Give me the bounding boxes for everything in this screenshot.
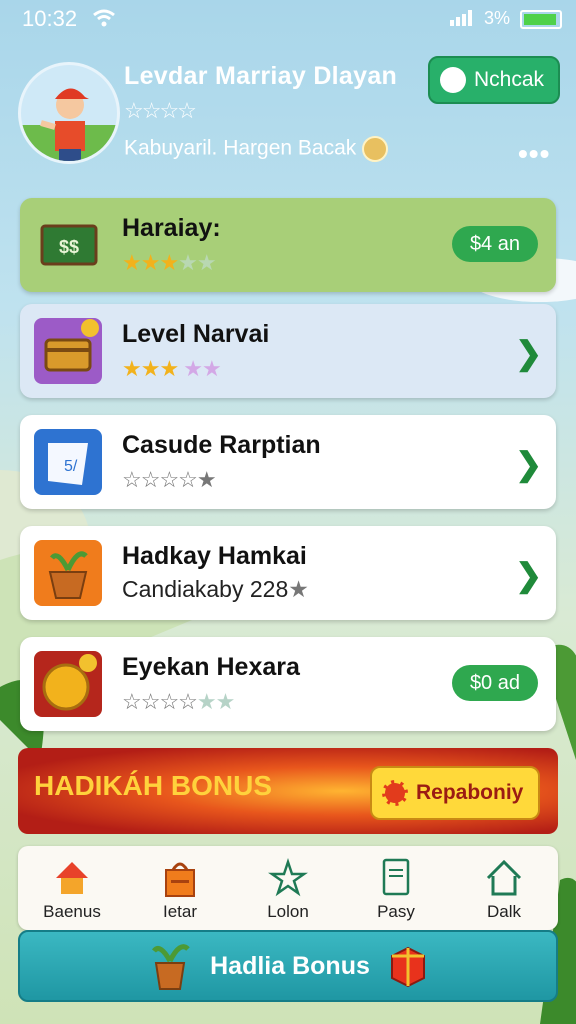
hadlia-bonus-button[interactable]: Hadlia Bonus [18, 930, 558, 1002]
gold-coin-icon [34, 651, 102, 717]
wifi-icon [93, 9, 115, 27]
price-pill[interactable]: $4 an [451, 226, 538, 262]
card-casude-rarptian[interactable]: 5/ Casude Rarptian ☆☆☆☆★ ❯ [20, 415, 556, 509]
redeem-bonus-button[interactable]: Repaboniy [370, 766, 540, 820]
chevron-right-icon[interactable]: ❯ [515, 556, 542, 594]
card-hadkay-hamkai[interactable]: Hadkay Hamkai Candiakaby 228★ ❯ [20, 526, 556, 620]
price-pill[interactable]: $0 ad [451, 665, 538, 701]
avatar[interactable] [18, 62, 120, 164]
profile-subtitle: Kabuyaril. Hargen Bacak [124, 136, 389, 162]
check-button[interactable]: Nchcak [428, 56, 560, 104]
card-rating: ☆☆☆☆★ [122, 467, 217, 492]
status-time: 10:32 [22, 6, 78, 31]
tab-label: Dalk [486, 902, 521, 921]
card-title: Casude Rarptian [122, 431, 321, 459]
chevron-right-icon[interactable]: ❯ [515, 445, 542, 483]
bottom-button-label: Hadlia Bonus [210, 951, 370, 980]
battery-icon [520, 10, 562, 29]
more-options-icon[interactable]: ••• [518, 138, 550, 170]
house-outline-icon [486, 859, 522, 896]
tab-dalk[interactable]: Dalk [450, 846, 558, 930]
card-title: Eyekan Hexara [122, 653, 300, 681]
plant-pot-icon [152, 944, 190, 990]
card-subtitle: Candiakaby 228★ [122, 576, 309, 603]
bonus-title: HADIKÁH BONUS [34, 770, 272, 801]
flag-icon: 5/ [34, 429, 102, 495]
gear-icon [382, 780, 408, 806]
battery-percent: 3% [484, 8, 511, 28]
bonus-button-label: Repaboniy [416, 781, 524, 804]
smiley-icon [440, 67, 466, 93]
tab-ietar[interactable]: Ietar [126, 846, 234, 930]
profile-stars: ☆☆☆☆ [124, 98, 197, 123]
profile-header: Levdar Marriay Dlayan ☆☆☆☆ Kabuyaril. Ha… [0, 56, 576, 176]
treasure-chest-icon [34, 318, 102, 384]
status-bar: 10:32 3% [0, 0, 576, 36]
svg-text:$$: $$ [59, 237, 79, 257]
tab-label: Lolon [267, 902, 309, 921]
card-title: Haraiay: [122, 214, 221, 242]
card-subtitle-text: Candiakaby 228 [122, 576, 289, 602]
profile-name: Levdar Marriay Dlayan [124, 62, 398, 90]
card-title: Hadkay Hamkai [122, 542, 307, 570]
tab-lolon[interactable]: Lolon [234, 846, 342, 930]
avatar-illustration [21, 88, 117, 161]
card-level-narvai[interactable]: Level Narvai ★★★ ★★ ❯ [20, 304, 556, 398]
chevron-right-icon[interactable]: ❯ [515, 334, 542, 372]
star-icon: ★ [288, 576, 309, 602]
star-icon [268, 858, 308, 897]
gift-box-icon [390, 946, 425, 988]
card-rating: ★★★ ★★ [122, 356, 222, 381]
tab-label: Ietar [162, 902, 198, 921]
card-haraiay[interactable]: $$ Haraiay: ★★★★★ $4 an [20, 198, 556, 292]
home-icon [56, 862, 88, 894]
tab-label: Baenus [43, 902, 101, 921]
document-icon [382, 858, 410, 896]
tab-label: Pasy [377, 902, 415, 921]
plant-pot-icon [34, 540, 102, 606]
signal-icon [450, 10, 472, 26]
card-rating: ☆☆☆☆★★ [122, 689, 235, 714]
check-button-label: Nchcak [474, 68, 545, 91]
card-title: Level Narvai [122, 320, 270, 348]
tab-pasy[interactable]: Pasy [342, 846, 450, 930]
card-rating: ★★★★★ [122, 250, 217, 275]
profile-subtitle-text: Kabuyaril. Hargen Bacak [124, 136, 357, 160]
bonus-banner[interactable]: HADIKÁH BONUS Repaboniy [18, 748, 558, 834]
shop-bag-icon [165, 862, 195, 897]
card-eyekan-hexara[interactable]: Eyekan Hexara ☆☆☆☆★★ $0 ad [20, 637, 556, 731]
cash-icon: $$ [34, 212, 102, 278]
bottom-tab-bar: Baenus Ietar Lolon Pasy Dalk [18, 846, 558, 930]
svg-text:5/: 5/ [64, 458, 78, 475]
tab-baenus[interactable]: Baenus [18, 846, 126, 930]
coin-icon [362, 136, 389, 162]
